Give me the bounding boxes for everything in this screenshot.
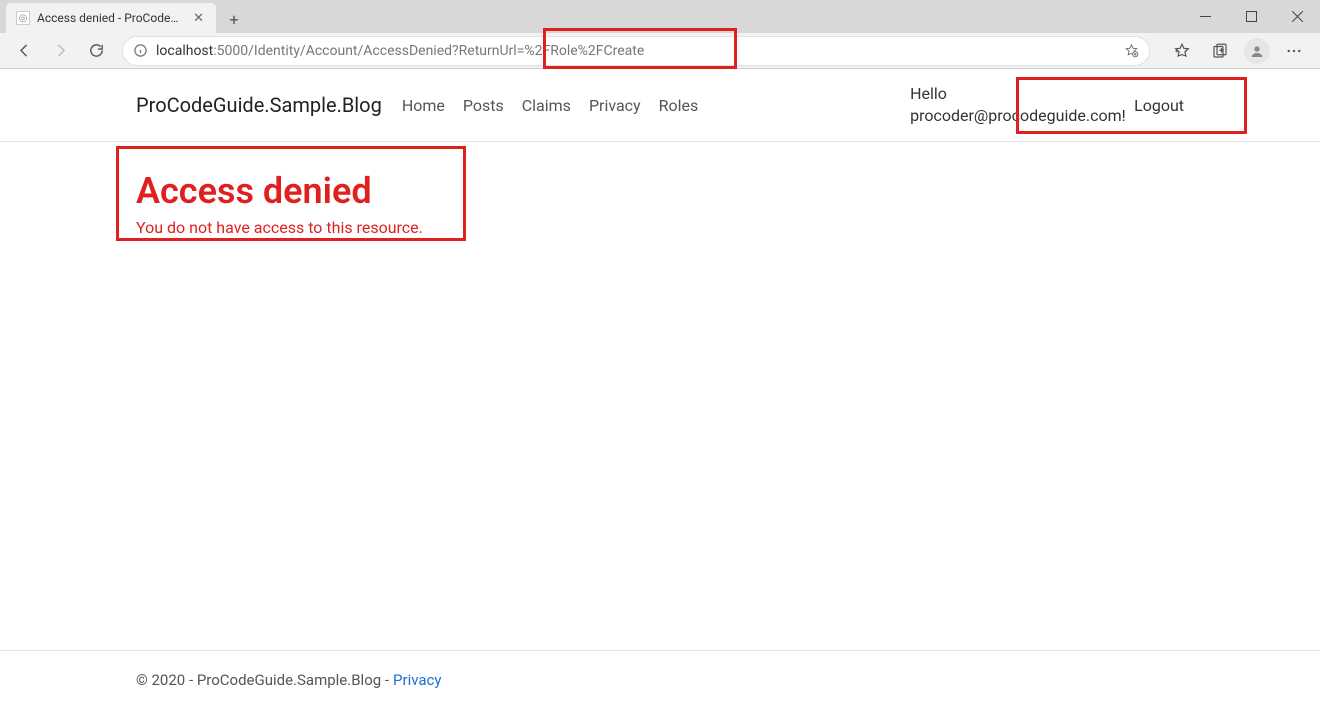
back-button[interactable]	[8, 36, 40, 66]
url-text: localhost:5000/Identity/Account/AccessDe…	[156, 43, 644, 59]
maximize-button[interactable]	[1228, 0, 1274, 33]
brand-link[interactable]: ProCodeGuide.Sample.Blog	[136, 93, 382, 117]
nav-link-roles[interactable]: Roles	[659, 96, 699, 115]
url-path: :5000/Identity/Account/AccessDenied?Retu…	[213, 43, 644, 59]
footer-privacy-link[interactable]: Privacy	[393, 671, 441, 689]
url-host: localhost	[156, 43, 213, 59]
browser-tab-strip: ◎ Access denied - ProCodeGuide.S ✕ +	[0, 0, 1320, 33]
toolbar-right-icons	[1164, 36, 1312, 66]
address-bar[interactable]: localhost:5000/Identity/Account/AccessDe…	[122, 36, 1150, 66]
profile-avatar[interactable]	[1244, 38, 1270, 64]
page-heading: Access denied	[136, 170, 1184, 212]
window-controls	[1182, 0, 1320, 33]
logout-link[interactable]: Logout	[1134, 96, 1184, 115]
site-navbar: ProCodeGuide.Sample.Blog Home Posts Clai…	[0, 69, 1320, 142]
site-footer: © 2020 - ProCodeGuide.Sample.Blog - Priv…	[0, 650, 1320, 708]
browser-tab-active[interactable]: ◎ Access denied - ProCodeGuide.S ✕	[6, 3, 216, 33]
tab-title: Access denied - ProCodeGuide.S	[37, 11, 184, 25]
minimize-button[interactable]	[1182, 0, 1228, 33]
nav-link-posts[interactable]: Posts	[463, 96, 504, 115]
close-window-button[interactable]	[1274, 0, 1320, 33]
tab-favicon: ◎	[16, 11, 30, 25]
nav-right: Hello procoder@procodeguide.com! Logout	[910, 83, 1184, 128]
nav-link-claims[interactable]: Claims	[522, 96, 571, 115]
nav-link-privacy[interactable]: Privacy	[589, 96, 641, 115]
forward-button[interactable]	[44, 36, 76, 66]
user-greeting[interactable]: Hello procoder@procodeguide.com!	[910, 83, 1120, 128]
nav-links: Home Posts Claims Privacy Roles	[402, 96, 698, 115]
collections-icon[interactable]	[1202, 36, 1238, 66]
more-menu-icon[interactable]	[1276, 36, 1312, 66]
site-info-icon[interactable]	[133, 43, 148, 58]
access-denied-message: You do not have access to this resource.	[136, 218, 1184, 237]
new-tab-button[interactable]: +	[220, 5, 248, 33]
favorites-icon[interactable]	[1164, 36, 1200, 66]
browser-toolbar: localhost:5000/Identity/Account/AccessDe…	[0, 33, 1320, 69]
close-tab-icon[interactable]: ✕	[191, 11, 206, 26]
reload-button[interactable]	[80, 36, 112, 66]
main-content: Access denied You do not have access to …	[0, 142, 1320, 265]
nav-link-home[interactable]: Home	[402, 96, 445, 115]
footer-copyright: © 2020 - ProCodeGuide.Sample.Blog -	[136, 671, 389, 689]
star-add-icon[interactable]	[1124, 43, 1139, 58]
